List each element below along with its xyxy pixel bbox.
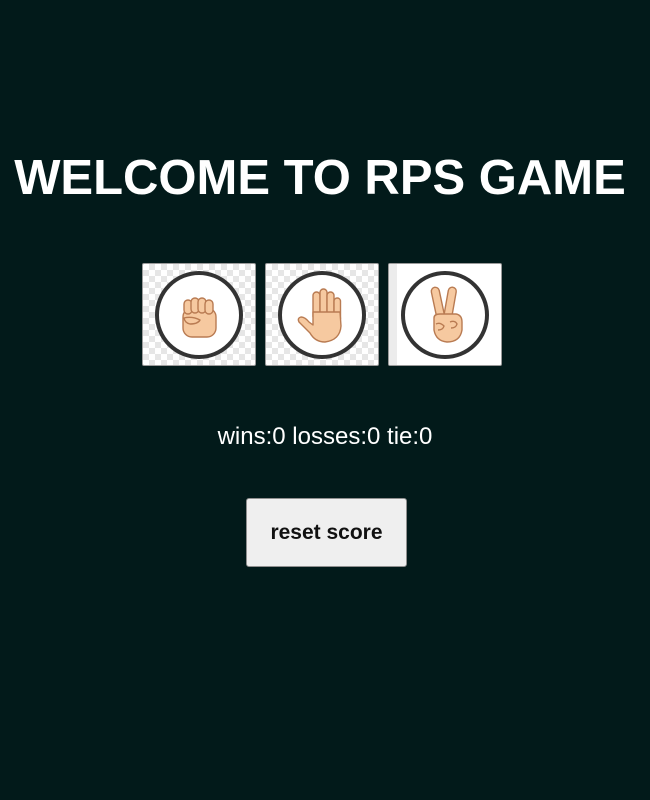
peace-sign-icon bbox=[401, 270, 489, 359]
tie-label: tie: bbox=[387, 423, 420, 450]
open-hand-icon bbox=[278, 270, 366, 359]
scissors-button[interactable] bbox=[388, 263, 502, 366]
tie-count: 0 bbox=[419, 423, 433, 450]
wins-count: 0 bbox=[272, 423, 286, 450]
reset-score-button[interactable]: reset score bbox=[246, 498, 407, 567]
wins-label: wins: bbox=[217, 423, 273, 450]
losses-label: losses: bbox=[292, 423, 367, 450]
score-display: wins:0 losses:0 tie:0 bbox=[0, 423, 650, 451]
rock-button[interactable] bbox=[142, 263, 256, 366]
paper-button[interactable] bbox=[265, 263, 379, 366]
move-choices bbox=[142, 263, 502, 366]
losses-count: 0 bbox=[367, 423, 381, 450]
page-title: WELCOME TO RPS GAME bbox=[14, 151, 626, 205]
fist-icon bbox=[155, 270, 243, 359]
